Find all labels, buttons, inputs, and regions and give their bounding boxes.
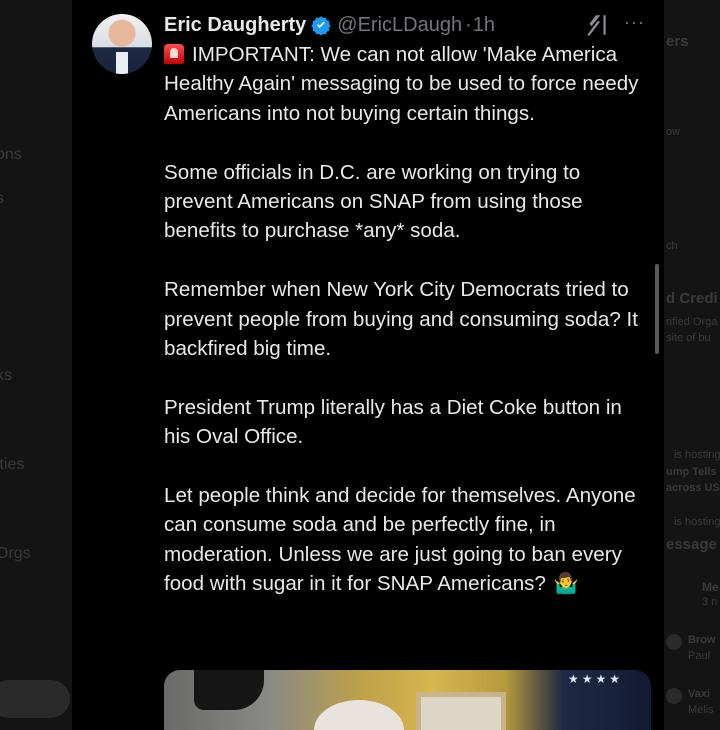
sidebar-text-bg: d Credi xyxy=(666,290,718,307)
nav-item-bg: ks xyxy=(0,367,12,384)
background-left-nav: ons s ks ities Orgs xyxy=(0,0,72,730)
tweet-paragraph: Remember when New York City Democrats tr… xyxy=(164,278,638,361)
sidebar-text-bg: ers xyxy=(666,33,689,50)
siren-emoji-icon xyxy=(164,44,184,64)
nav-item-bg: ons xyxy=(0,146,22,163)
tweet-paragraph: IMPORTANT: We can not allow 'Make Americ… xyxy=(164,43,639,125)
author-avatar[interactable] xyxy=(92,14,152,74)
shrug-emoji-icon: 🤷‍♂️ xyxy=(553,573,579,596)
post-time[interactable]: 1h xyxy=(473,14,495,37)
nav-item-bg: s xyxy=(0,190,4,207)
more-icon[interactable]: ··· xyxy=(624,12,645,33)
sidebar-text-bg: ump Tells xyxy=(666,466,717,478)
sidebar-text-bg: 3 n xyxy=(702,596,718,608)
sidebar-text-bg: is hosting xyxy=(674,449,720,461)
sidebar-text-bg: across US xyxy=(666,482,720,494)
sidebar-text-bg: is hosting xyxy=(674,516,720,528)
sidebar-text-bg: Melis xyxy=(688,704,714,716)
sidebar-text-bg: ch xyxy=(666,240,678,252)
tweet-header: Eric Daugherty @EricLDaugh · 1h xyxy=(164,10,495,40)
sidebar-text-bg: site of bu xyxy=(666,332,711,344)
author-name[interactable]: Eric Daugherty xyxy=(164,14,306,37)
sidebar-text-bg: ow xyxy=(666,126,681,138)
sidebar-text-bg: Brow xyxy=(688,634,716,646)
grok-icon[interactable] xyxy=(584,12,610,38)
tweet-media-image[interactable]: ★★★★ xyxy=(164,670,651,730)
header-separator: · xyxy=(465,13,472,36)
avatar-bg xyxy=(666,634,682,650)
background-right-sidebar: ers ow ch d Credi rified Orga site of bu… xyxy=(664,0,720,730)
post-button-bg xyxy=(0,680,70,718)
sidebar-text-bg: essage xyxy=(666,536,717,553)
scrollbar[interactable] xyxy=(655,264,659,354)
tweet-text: IMPORTANT: We can not allow 'Make Americ… xyxy=(164,40,644,629)
tweet-paragraph: Let people think and decide for themselv… xyxy=(164,481,644,600)
sidebar-text-bg: Paul xyxy=(688,650,711,662)
sidebar-text-bg: rified Orga xyxy=(666,316,718,328)
nav-item-bg: ities xyxy=(0,456,25,473)
author-handle[interactable]: @EricLDaugh xyxy=(337,14,462,37)
avatar-bg xyxy=(666,688,682,704)
sidebar-text-bg: Vaxi xyxy=(688,688,711,700)
sidebar-text-bg: Me xyxy=(702,580,719,594)
tweet-paragraph: President Trump literally has a Diet Cok… xyxy=(164,395,622,449)
nav-item-bg: Orgs xyxy=(0,545,31,562)
tweet-panel: Eric Daugherty @EricLDaugh · 1h ··· IMPO… xyxy=(72,0,664,730)
tweet-paragraph: Some officials in D.C. are working on tr… xyxy=(164,160,583,243)
verified-badge-icon xyxy=(311,16,331,35)
